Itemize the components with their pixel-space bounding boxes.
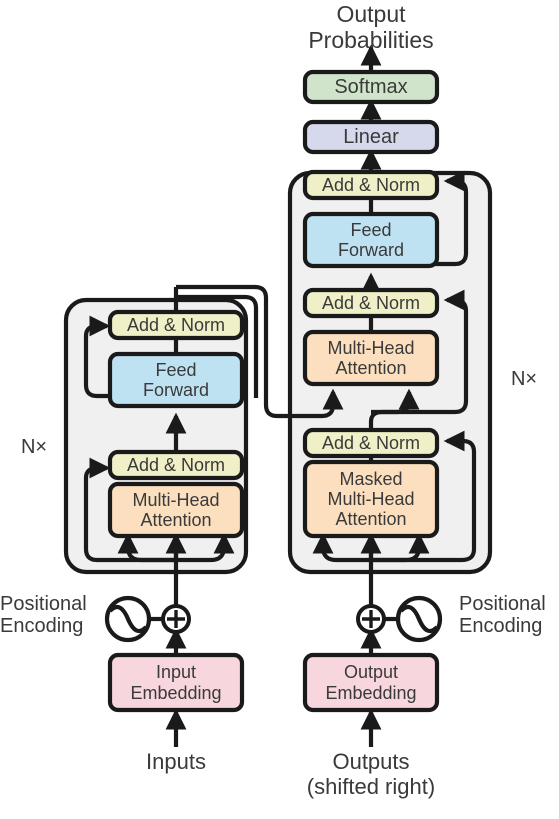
diagram-canvas xyxy=(63,44,493,747)
output-embedding-label: Output Embedding xyxy=(325,662,417,703)
input-embedding-label: Input Embedding xyxy=(130,662,222,703)
decoder-add-norm-bottom-label: Add & Norm xyxy=(321,432,421,453)
encoder-feed-forward-label: Feed Forward xyxy=(142,359,209,400)
decoder-add-norm-mid-label: Add & Norm xyxy=(321,292,421,313)
decoder-masked-multi-head-attention-label: Masked Multi-Head Attention xyxy=(327,468,415,530)
encoder-add-norm-top-label: Add & Norm xyxy=(126,314,226,335)
linear-label: Linear xyxy=(343,125,399,148)
transformer-architecture-diagram: Output Probabilities Softmax Linear Add … xyxy=(0,0,559,819)
decoder-multi-head-attention-label: Multi-Head Attention xyxy=(327,337,415,378)
encoder-multi-head-attention-label: Multi-Head Attention xyxy=(132,489,220,530)
softmax-label: Softmax xyxy=(334,75,408,98)
decoder-add-norm-top-label: Add & Norm xyxy=(321,174,421,195)
encoder-add-norm-bottom-label: Add & Norm xyxy=(126,454,226,475)
decoder-feed-forward-label: Feed Forward xyxy=(337,219,404,260)
